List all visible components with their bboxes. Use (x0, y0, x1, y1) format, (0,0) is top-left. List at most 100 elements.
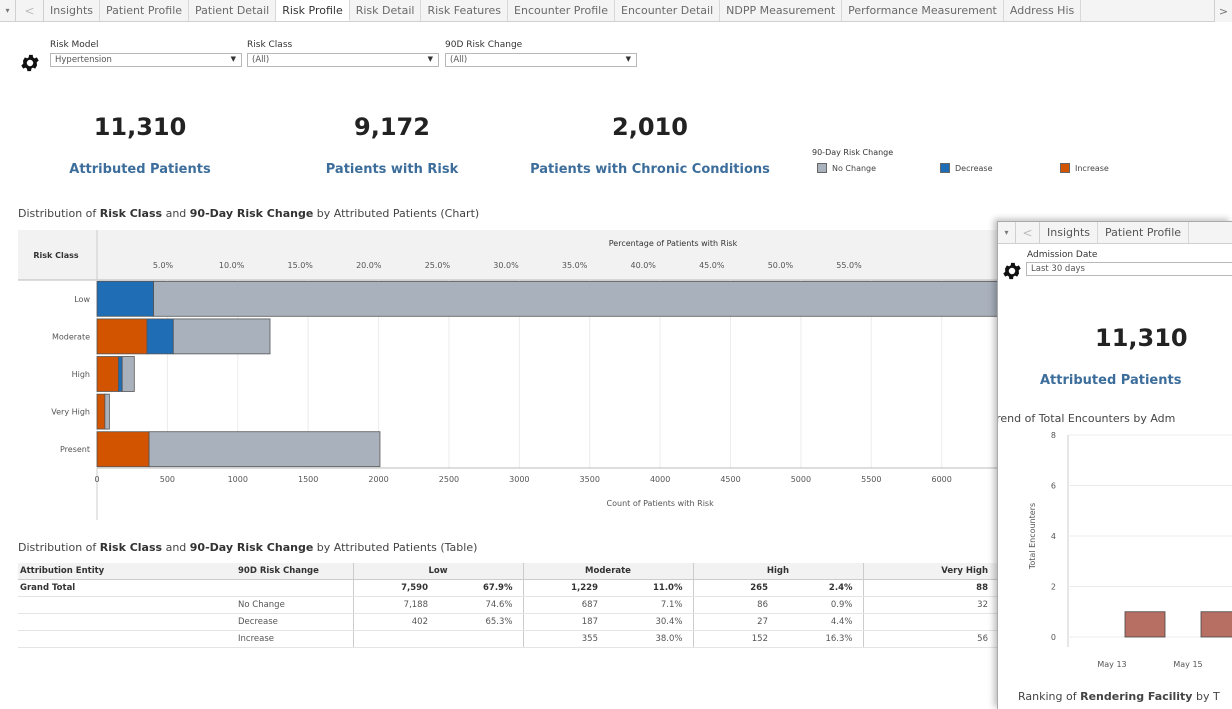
risk-model-value: Hypertension (55, 55, 112, 65)
overlay-tab-patient-profile[interactable]: Patient Profile (1098, 222, 1190, 243)
top-axis-tick-label: 35.0% (562, 261, 588, 270)
table-header: Moderate (522, 563, 693, 580)
trend-x-tick-label: May 13 (1097, 660, 1126, 669)
risk-class-filter: Risk Class (All) ▼ (247, 40, 439, 67)
tab-risk-features[interactable]: Risk Features (421, 0, 509, 21)
table-cell-mod-n: 187 (522, 613, 608, 631)
legend-item-no-change[interactable]: No Change (817, 163, 876, 173)
tab-performance-measurement[interactable]: Performance Measurement (842, 0, 1004, 21)
bar-high-decrease (117, 356, 123, 392)
tab-address-his[interactable]: Address His (1004, 0, 1082, 21)
table-cell-low-n: 7,188 (352, 596, 438, 614)
overlay-tab-menu-icon[interactable]: ▾ (998, 222, 1016, 243)
bar-present-no-change (148, 431, 381, 468)
kpi-with-risk-label: Patients with Risk (325, 162, 459, 177)
risk-change-dropdown[interactable]: (All) ▼ (445, 53, 637, 67)
legend-label: Decrease (955, 163, 993, 173)
overlay-tab-bar: ▾ < Insights Patient Profile (998, 222, 1232, 244)
table-header-row: Attribution Entity 90D Risk Change Low M… (18, 563, 998, 580)
kpi-chronic-label: Patients with Chronic Conditions (530, 162, 770, 177)
legend-title: 90-Day Risk Change (812, 148, 894, 157)
table-header: Attribution Entity (18, 563, 238, 580)
tab-insights[interactable]: Insights (44, 0, 101, 21)
table-header: Very High (862, 563, 998, 580)
tab-encounter-profile[interactable]: Encounter Profile (508, 0, 615, 21)
tab-encounter-detail[interactable]: Encounter Detail (615, 0, 721, 21)
x-axis-tick-label: 5000 (791, 475, 811, 484)
x-axis-tick-label: 6000 (932, 475, 952, 484)
top-axis-tick-label: 30.0% (493, 261, 519, 270)
top-axis-title: Percentage of Patients with Risk (609, 239, 738, 248)
tab-patient-profile[interactable]: Patient Profile (100, 0, 190, 21)
trend-bar (1124, 611, 1166, 638)
legend-item-decrease[interactable]: Decrease (940, 163, 993, 173)
table-row[interactable]: Decrease 402 65.3% 187 30.4% 27 4.4% (18, 613, 998, 631)
table-section-title: Distribution of Risk Class and 90-Day Ri… (18, 541, 478, 554)
top-axis-tick-label: 15.0% (287, 261, 313, 270)
table-cell-change: Increase (238, 630, 353, 648)
table-cell-change (238, 579, 353, 597)
legend-swatch (817, 163, 827, 173)
table-cell-high-n: 152 (692, 630, 778, 648)
category-label: Present (60, 445, 90, 454)
bar-high-increase (96, 356, 119, 392)
tab-scroll-right-icon[interactable]: > (1214, 0, 1232, 22)
table-row[interactable]: Increase 355 38.0% 152 16.3% 56 (18, 630, 998, 648)
category-label: Moderate (52, 332, 90, 341)
risk-model-filter: Risk Model Hypertension ▼ (50, 40, 242, 67)
tab-risk-profile[interactable]: Risk Profile (276, 0, 350, 21)
risk-class-chart-svg: Risk Class Percentage of Patients with Ri… (18, 230, 1166, 520)
table-cell-mod-p: 7.1% (608, 596, 693, 614)
table-cell-mod-p: 30.4% (608, 613, 693, 631)
x-axis-tick-label: 3500 (580, 475, 600, 484)
table-cell-entity: Grand Total (18, 579, 238, 597)
legend-label: No Change (832, 163, 877, 173)
trend-bar (1200, 611, 1232, 638)
overlay-tab-insights[interactable]: Insights (1040, 222, 1099, 243)
dropdown-arrow-icon: ▼ (230, 55, 236, 63)
overlay-dashboard-window[interactable]: ▾ < Insights Patient Profile Admission D… (997, 221, 1232, 709)
admission-date-dropdown[interactable]: Last 30 days (1026, 262, 1232, 276)
risk-change-label: 90D Risk Change (445, 40, 523, 50)
overlay-settings-gear-icon[interactable] (1001, 260, 1023, 282)
table-cell-low-n (352, 630, 438, 648)
table-cell-high-n: 86 (692, 596, 778, 614)
table-header: Low (352, 563, 523, 580)
table-cell-mod-n: 355 (522, 630, 608, 648)
trend-y-tick-label: 8 (1051, 431, 1056, 440)
bar-low-no-change (153, 280, 1166, 317)
settings-gear-icon[interactable] (19, 52, 41, 74)
table-cell-high-p: 0.9% (778, 596, 863, 614)
trend-y-tick-label: 4 (1051, 532, 1056, 541)
category-label: Very High (51, 408, 90, 417)
overlay-tab-scroll-left-icon[interactable]: < (1016, 222, 1040, 243)
tab-ndpp-measurement[interactable]: NDPP Measurement (720, 0, 843, 21)
category-label: High (72, 370, 90, 379)
top-axis-tick-label: 20.0% (356, 261, 382, 270)
legend-item-increase[interactable]: Increase (1060, 163, 1109, 173)
x-axis-title: Count of Patients with Risk (607, 499, 715, 508)
risk-class-dropdown[interactable]: (All) ▼ (247, 53, 439, 67)
risk-class-chart: Risk Class Percentage of Patients with Ri… (18, 230, 1166, 520)
bar-moderate-no-change (172, 318, 271, 355)
table-row[interactable]: No Change 7,188 74.6% 687 7.1% 86 0.9% 32 (18, 596, 998, 614)
x-axis-tick-label: 2500 (439, 475, 459, 484)
trend-x-tick-label: May 15 (1173, 660, 1202, 669)
tab-menu-chevron-icon[interactable]: ▾ (0, 0, 16, 21)
overlay-kpi-label: Attributed Patients (1040, 373, 1182, 388)
tab-scroll-left-icon[interactable]: < (16, 0, 44, 21)
kpi-with-risk-value: 9,172 (354, 113, 430, 141)
table-cell-high-p: 4.4% (778, 613, 863, 631)
top-axis-tick-label: 10.0% (219, 261, 245, 270)
trend-y-axis-title: Total Encounters (1028, 503, 1037, 570)
trend-y-tick-label: 6 (1051, 482, 1056, 491)
tab-risk-detail[interactable]: Risk Detail (350, 0, 422, 21)
table-header: High (692, 563, 863, 580)
table-header: 90D Risk Change (238, 563, 353, 580)
x-axis-tick-label: 5500 (861, 475, 881, 484)
risk-model-dropdown[interactable]: Hypertension ▼ (50, 53, 242, 67)
table-row[interactable]: Grand Total 7,590 67.9% 1,229 11.0% 265 2.4% 88 (18, 579, 998, 597)
tab-patient-detail[interactable]: Patient Detail (189, 0, 277, 21)
table-cell-vh-n: 56 (862, 630, 998, 648)
table-cell-entity (18, 613, 238, 631)
